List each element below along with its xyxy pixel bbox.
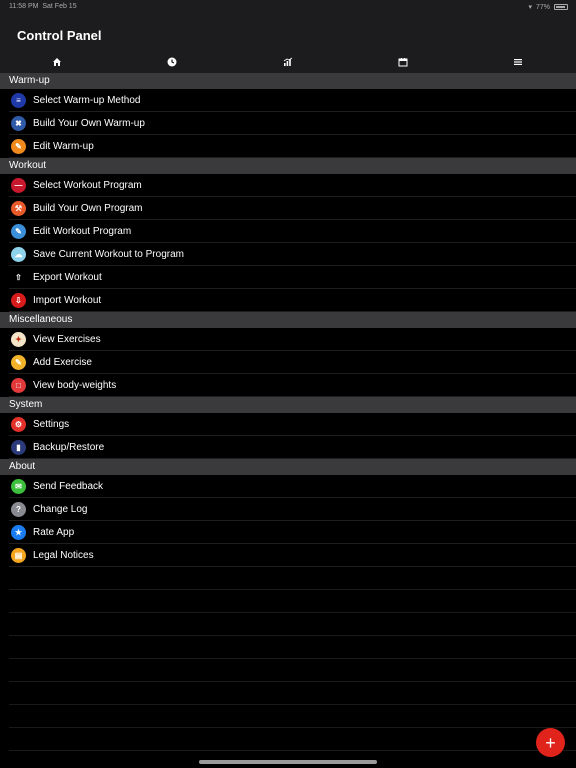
wrench-icon: ✎ [11, 139, 26, 154]
share-icon: ⇧ [11, 270, 26, 285]
tab-calendar[interactable] [383, 52, 423, 72]
section-header-system: System [0, 397, 576, 413]
cloud-icon: ☁ [11, 247, 26, 262]
document-icon: ▤ [11, 548, 26, 563]
notepad-icon: ✎ [11, 355, 26, 370]
battery-percent: 77% [535, 3, 550, 11]
battery-icon [554, 4, 568, 10]
gear-icon: ⚙ [11, 417, 26, 432]
list-item-view-body-weights[interactable]: □ View body-weights [0, 374, 576, 397]
hammer-icon: ⚒ [11, 201, 26, 216]
import-icon: ⇩ [11, 293, 26, 308]
section-header-workout: Workout [0, 158, 576, 174]
list-item-select-workout-program[interactable]: — Select Workout Program [0, 174, 576, 197]
page-title: Control Panel [17, 28, 102, 43]
mail-icon: ✉ [11, 479, 26, 494]
menu-icon [514, 59, 522, 65]
edit-document-icon: ✎ [11, 224, 26, 239]
scale-icon: □ [11, 378, 26, 393]
tab-history[interactable] [152, 52, 192, 72]
list-item-add-exercise[interactable]: ✎ Add Exercise [0, 351, 576, 374]
question-icon: ? [11, 502, 26, 517]
empty-row [0, 659, 576, 682]
list-item-change-log[interactable]: ? Change Log [0, 498, 576, 521]
empty-row [0, 613, 576, 636]
barbell-icon: — [11, 178, 26, 193]
dumbbell-icon: ≡ [11, 93, 26, 108]
chart-icon [283, 57, 293, 66]
calendar-icon [398, 58, 408, 67]
list-item-save-workout-to-program[interactable]: ☁ Save Current Workout to Program [0, 243, 576, 266]
section-header-about: About [0, 459, 576, 475]
list-item-export-workout[interactable]: ⇧ Export Workout [0, 266, 576, 289]
list-item-import-workout[interactable]: ⇩ Import Workout [0, 289, 576, 312]
home-indicator[interactable] [199, 760, 377, 764]
status-bar: 11:58 PM Sat Feb 15 ▾ 77% [0, 0, 576, 14]
section-header-warmup: Warm-up [0, 73, 576, 89]
empty-row [0, 682, 576, 705]
control-panel-list: Warm-up ≡ Select Warm-up Method ✖ Build … [0, 73, 576, 751]
tab-control-panel[interactable] [498, 52, 538, 72]
wifi-icon: ▾ [528, 4, 532, 11]
list-item-build-warmup[interactable]: ✖ Build Your Own Warm-up [0, 112, 576, 135]
list-item-edit-warmup[interactable]: ✎ Edit Warm-up [0, 135, 576, 158]
empty-row [0, 636, 576, 659]
empty-row [0, 728, 576, 751]
home-icon [53, 58, 61, 66]
tools-icon: ✖ [11, 116, 26, 131]
list-item-backup-restore[interactable]: ▮ Backup/Restore [0, 436, 576, 459]
backup-icon: ▮ [11, 440, 26, 455]
list-item-build-program[interactable]: ⚒ Build Your Own Program [0, 197, 576, 220]
empty-row [0, 705, 576, 728]
status-time-date: 11:58 PM Sat Feb 15 [9, 3, 77, 10]
list-item-rate-app[interactable]: ★ Rate App [0, 521, 576, 544]
empty-row [0, 590, 576, 613]
clock-icon [167, 57, 177, 67]
status-right: ▾ 77% [528, 3, 568, 11]
tab-charts[interactable] [268, 52, 308, 72]
tab-bar [0, 52, 576, 72]
list-item-select-warmup-method[interactable]: ≡ Select Warm-up Method [0, 89, 576, 112]
section-header-miscellaneous: Miscellaneous [0, 312, 576, 328]
list-item-settings[interactable]: ⚙ Settings [0, 413, 576, 436]
list-item-legal-notices[interactable]: ▤ Legal Notices [0, 544, 576, 567]
empty-row [0, 567, 576, 590]
tab-home[interactable] [37, 52, 77, 72]
list-item-send-feedback[interactable]: ✉ Send Feedback [0, 475, 576, 498]
list-item-edit-workout-program[interactable]: ✎ Edit Workout Program [0, 220, 576, 243]
list-item-view-exercises[interactable]: ✦ View Exercises [0, 328, 576, 351]
star-icon: ★ [11, 525, 26, 540]
header-bar: 11:58 PM Sat Feb 15 ▾ 77% Control Panel [0, 0, 576, 73]
add-button[interactable]: + [536, 728, 565, 757]
exercise-figure-icon: ✦ [11, 332, 26, 347]
